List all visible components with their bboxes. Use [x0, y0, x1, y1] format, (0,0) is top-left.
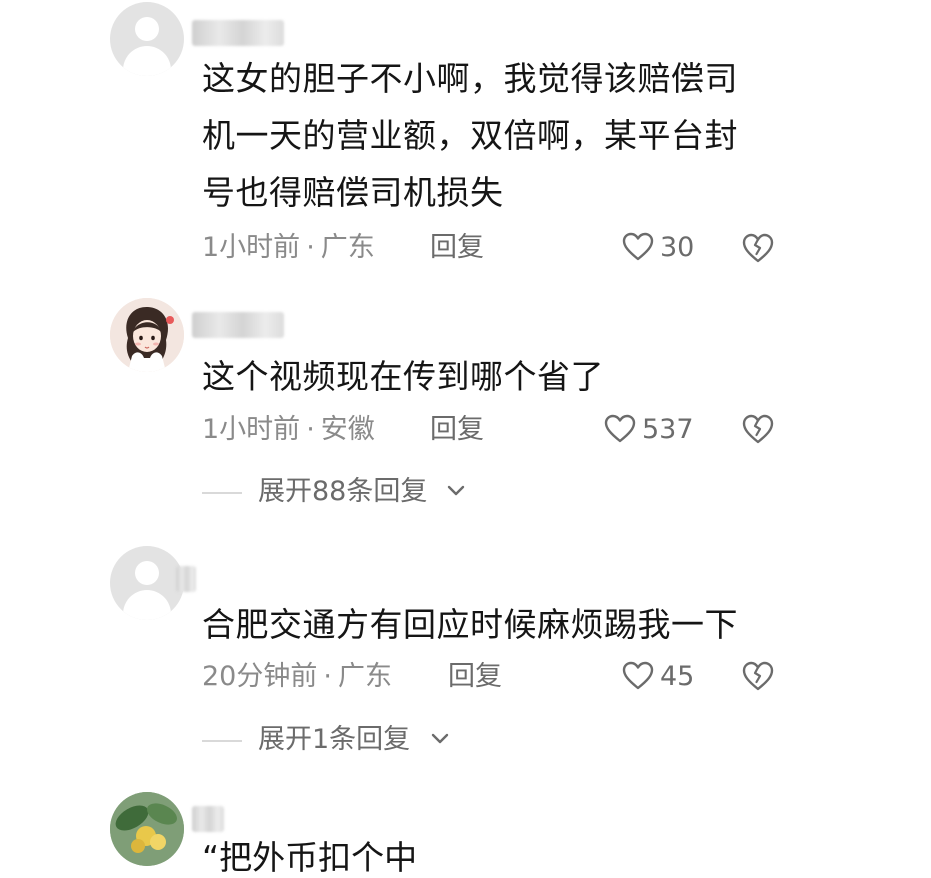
- comment-meta: 1小时前 · 广东: [202, 228, 375, 268]
- like-count: 30: [660, 232, 695, 263]
- comment-text-line: 这女的胆子不小啊，我觉得该赔偿司: [202, 59, 738, 98]
- expand-replies-button[interactable]: 展开1条回复: [202, 720, 462, 760]
- leaf-photo-avatar-icon: [110, 792, 184, 866]
- comment-text: 这女的胆子不小啊，我觉得该赔偿司 机一天的营业额，双倍啊，某平台封 号也得赔偿司…: [202, 50, 792, 221]
- meta-separator: ·: [306, 414, 315, 445]
- comment-text: 合肥交通方有回应时候麻烦踢我一下: [202, 596, 792, 653]
- like-button[interactable]: 45: [622, 657, 712, 697]
- default-avatar-head-icon: [135, 561, 159, 585]
- comment-text: 这个视频现在传到哪个省了: [202, 348, 792, 405]
- comment-time: 20分钟前: [202, 661, 318, 692]
- default-avatar-body-icon: [123, 590, 171, 620]
- heart-icon: [622, 661, 654, 690]
- like-count: 537: [642, 414, 694, 445]
- expand-divider: [202, 492, 242, 494]
- like-count: 45: [660, 661, 695, 692]
- user-avatar[interactable]: [110, 546, 184, 620]
- dislike-button[interactable]: [741, 413, 775, 447]
- reply-button[interactable]: 回复: [448, 657, 502, 697]
- username-blurred[interactable]: [192, 20, 284, 46]
- broken-heart-icon: [742, 233, 774, 263]
- comment-text-line: 号也得赔偿司机损失: [202, 173, 504, 212]
- heart-icon: [622, 232, 654, 261]
- expand-replies-label: 展开88条回复: [258, 476, 428, 507]
- comment-location: 安徽: [320, 414, 375, 445]
- broken-heart-icon: [742, 661, 774, 691]
- expand-replies-button[interactable]: 展开88条回复: [202, 472, 482, 512]
- heart-icon: [604, 414, 636, 443]
- comment-text-line: 合肥交通方有回应时候麻烦踢我一下: [202, 605, 738, 644]
- reply-button[interactable]: 回复: [430, 228, 484, 268]
- comment-time: 1小时前: [202, 414, 301, 445]
- meta-separator: ·: [306, 232, 315, 263]
- meta-separator: ·: [323, 661, 332, 692]
- user-avatar[interactable]: [110, 298, 184, 372]
- username-blurred[interactable]: [192, 312, 284, 338]
- default-avatar-body-icon: [123, 46, 171, 76]
- illustrated-girl-avatar-icon: [110, 298, 184, 372]
- comment-location: 广东: [320, 232, 375, 263]
- comment-time: 1小时前: [202, 232, 301, 263]
- dislike-button[interactable]: [741, 232, 775, 266]
- comment-text-line: 机一天的营业额，双倍啊，某平台封: [202, 116, 738, 155]
- expand-divider: [202, 740, 242, 742]
- username-blurred[interactable]: [176, 566, 196, 592]
- user-avatar[interactable]: [110, 792, 184, 866]
- username-blurred[interactable]: [192, 806, 224, 832]
- chevron-down-icon: [447, 485, 465, 496]
- comment-text-line: 这个视频现在传到哪个省了: [202, 357, 604, 396]
- comment-meta: 1小时前 · 安徽: [202, 410, 375, 450]
- reply-button[interactable]: 回复: [430, 410, 484, 450]
- like-button[interactable]: 537: [604, 410, 714, 450]
- comment-meta: 20分钟前 · 广东: [202, 657, 392, 697]
- user-avatar[interactable]: [110, 2, 184, 76]
- comment-text: “把外币扣个中: [202, 838, 418, 877]
- expand-replies-label: 展开1条回复: [258, 724, 411, 755]
- like-button[interactable]: 30: [622, 228, 712, 268]
- comment-location: 广东: [337, 661, 392, 692]
- dislike-button[interactable]: [741, 660, 775, 694]
- default-avatar-head-icon: [135, 17, 159, 41]
- broken-heart-icon: [742, 414, 774, 444]
- chevron-down-icon: [431, 733, 449, 744]
